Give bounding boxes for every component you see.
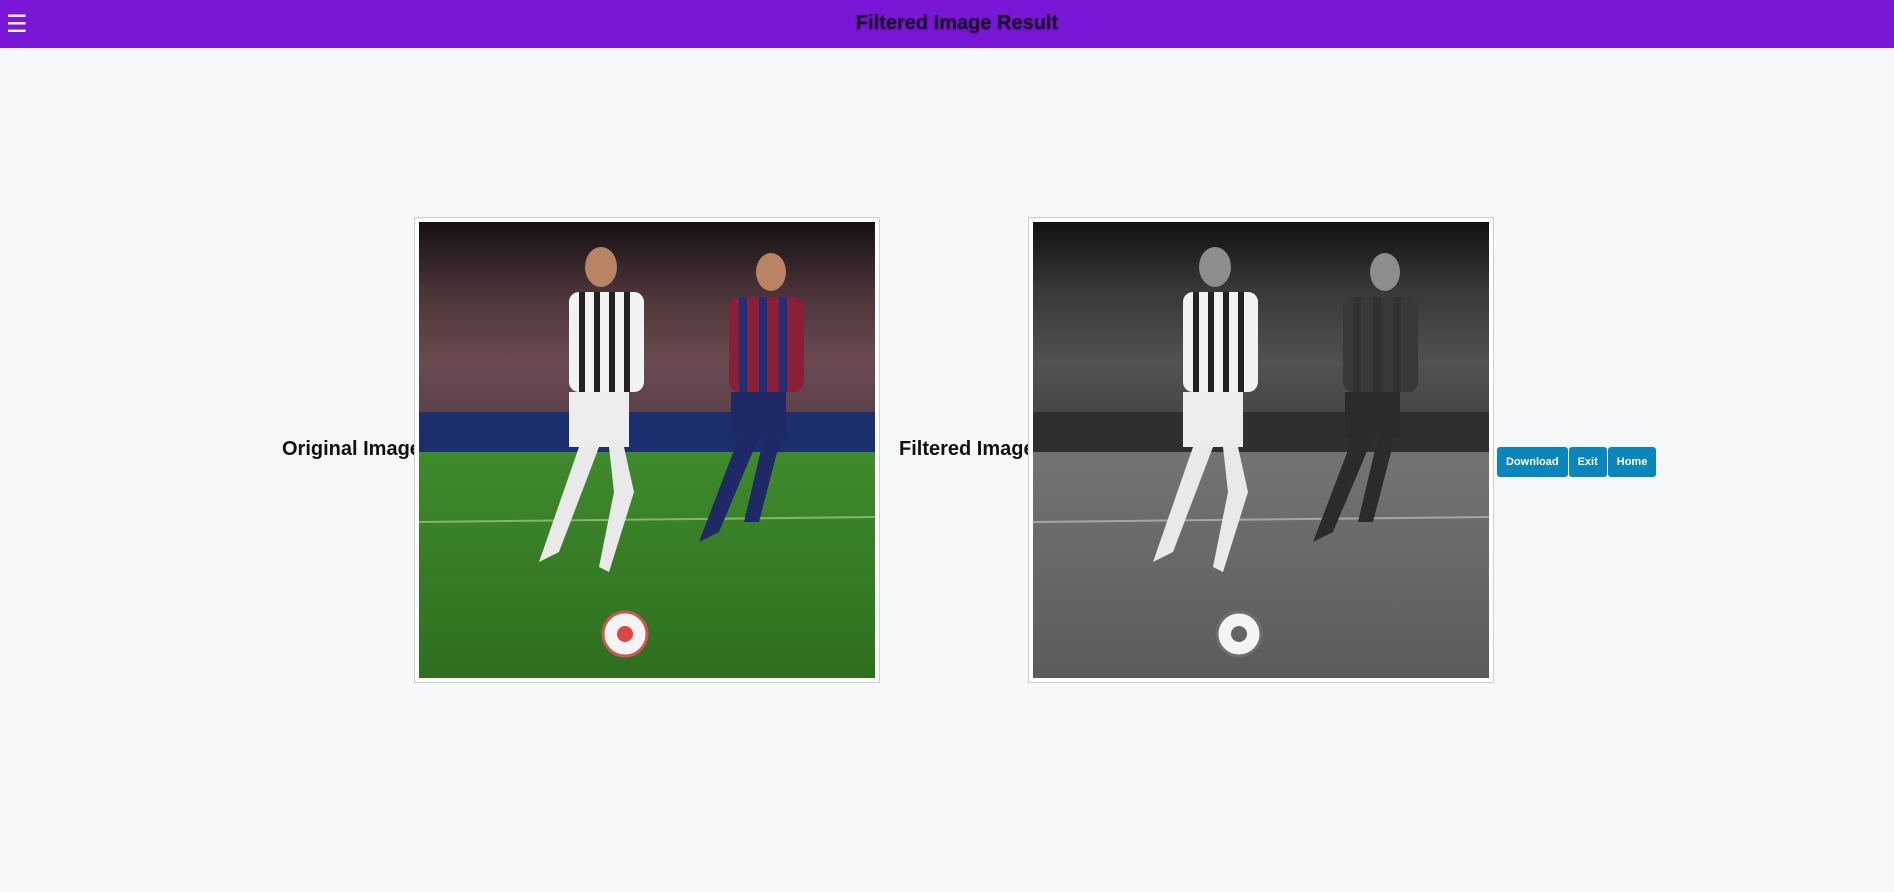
top-app-bar: ☰ Filtered Image Result bbox=[0, 0, 1894, 48]
filtered-image-label: Filtered Image bbox=[899, 438, 1035, 460]
action-buttons: Download Exit Home bbox=[1497, 447, 1657, 477]
filtered-image-frame bbox=[1028, 217, 1494, 683]
download-button[interactable]: Download bbox=[1497, 447, 1568, 477]
original-image-frame bbox=[414, 217, 880, 683]
exit-button[interactable]: Exit bbox=[1568, 447, 1607, 477]
original-image-label: Original Image bbox=[282, 438, 421, 460]
original-image bbox=[419, 222, 875, 678]
home-button[interactable]: Home bbox=[1607, 447, 1657, 477]
filtered-image bbox=[1033, 222, 1489, 678]
page-title: Filtered Image Result bbox=[855, 12, 1059, 34]
